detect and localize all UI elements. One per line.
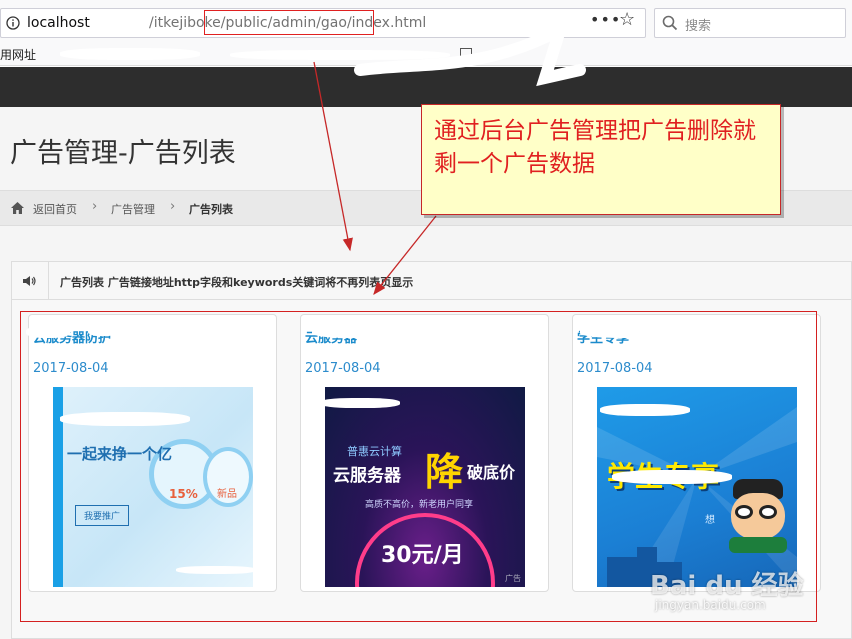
chevron-right-icon: › [170,199,176,214]
redaction-mark [612,470,732,484]
breadcrumb-current: 广告列表 [189,203,233,216]
redaction-mark [88,326,118,336]
breadcrumb-home-link[interactable]: 返回首页 [33,201,77,217]
panel-title: 广告列表 广告链接地址http字段和keywords关键词将不再列表页显示 [60,276,414,289]
redaction-mark [176,566,256,574]
watermark-logo: Bai du 经验 [650,571,804,601]
watermark-url: jingyan.baidu.com [655,598,766,612]
screenshot-page: localhost /itkejiboke/public/admin/gao/i… [0,0,852,639]
redaction-mark [600,404,690,416]
callout-text: 通过后台广告管理把广告删除就剩一个广告数据 [434,118,756,177]
chevron-right-icon: › [92,199,98,214]
page-title: 广告管理-广告列表 [10,138,236,169]
annotation-callout: 通过后台广告管理把广告删除就剩一个广告数据 [421,104,781,215]
panel-header: 广告列表 广告链接地址http字段和keywords关键词将不再列表页显示 [12,262,851,300]
redaction-mark [320,398,400,408]
url-highlight-box [204,10,374,35]
admin-top-bar [0,67,852,107]
breadcrumb-section-link[interactable]: 广告管理 [111,201,155,217]
header-divider [48,262,49,300]
bookmark-star-icon[interactable]: ☆ [619,9,635,30]
home-icon[interactable] [11,202,24,214]
more-horizontal-icon[interactable]: ••• [590,10,621,29]
bookmark-folder-icon[interactable] [460,48,472,60]
redaction-mark [580,326,680,338]
redaction-mark [312,326,402,338]
search-icon [662,15,678,31]
redaction-mark [60,412,190,426]
bookmark-item[interactable]: 用网址 [0,46,36,63]
browser-search-box[interactable]: 搜索 [654,8,846,38]
url-host: localhost [27,15,90,31]
redaction-mark [60,48,200,60]
redaction-mark [230,50,450,60]
search-placeholder: 搜索 [685,19,712,34]
browser-toolbar: localhost /itkejiboke/public/admin/gao/i… [0,0,852,44]
speaker-icon [23,276,36,286]
redaction-mark [26,326,70,338]
info-icon[interactable] [6,16,20,30]
